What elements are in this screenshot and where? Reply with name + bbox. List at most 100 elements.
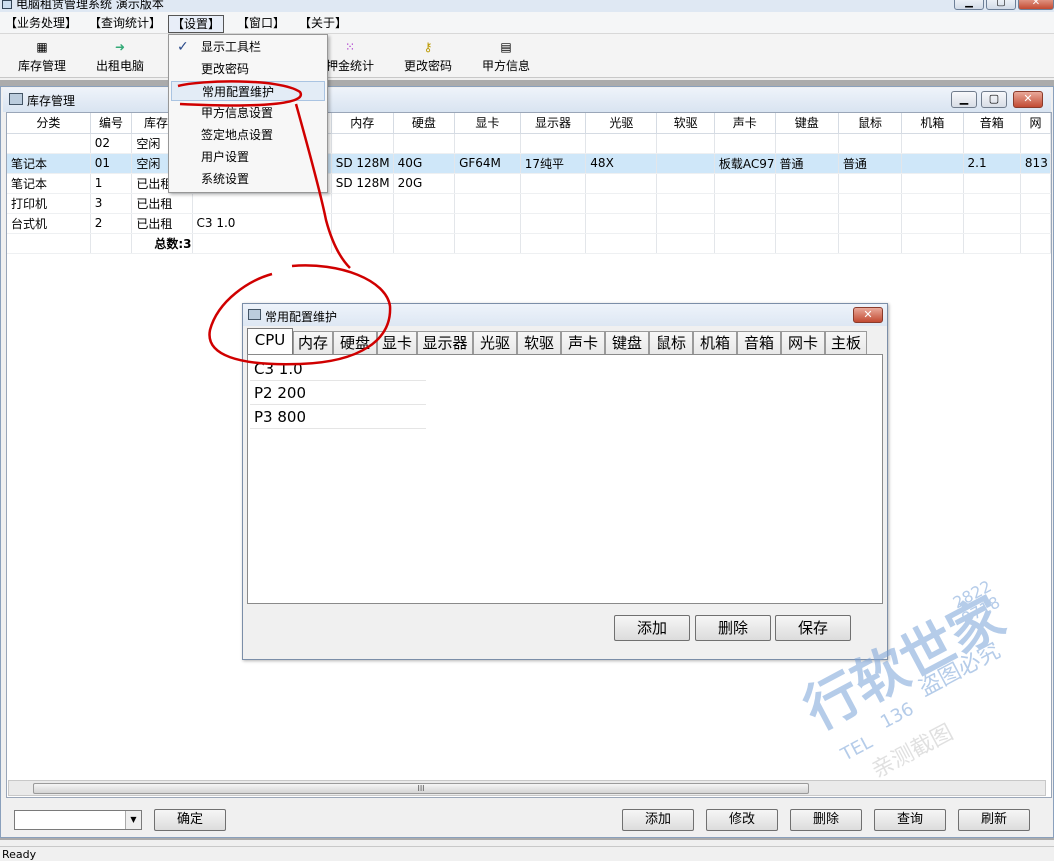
column-header[interactable]: 显示器 <box>520 113 587 134</box>
table-cell <box>901 193 964 214</box>
minimize-icon[interactable]: ▁ <box>954 0 984 10</box>
tab-item[interactable]: 鼠标 <box>649 331 693 355</box>
column-header[interactable]: 编号 <box>90 113 133 134</box>
add-button[interactable]: 添加 <box>622 809 694 831</box>
menu-bar: 【业务处理】 【查询统计】 【设置】 【窗口】 【关于】 <box>0 12 1054 34</box>
menu-item-label: 签定地点设置 <box>201 128 274 142</box>
filter-combo[interactable]: ▼ <box>14 810 142 830</box>
menu-query-stats[interactable]: 【查询统计】 <box>86 15 164 33</box>
refresh-button[interactable]: 刷新 <box>958 809 1030 831</box>
table-cell <box>331 133 394 154</box>
menu-item-common-config[interactable]: 常用配置维护 <box>171 81 325 101</box>
chevron-down-icon[interactable]: ▼ <box>125 811 141 829</box>
table-cell <box>901 173 964 194</box>
close-icon[interactable]: ✕ <box>1018 0 1054 10</box>
tab-item[interactable]: 内存 <box>293 331 333 355</box>
inventory-close-icon[interactable]: ✕ <box>1013 91 1043 108</box>
table-cell <box>838 173 903 194</box>
column-header[interactable]: 网 <box>1020 113 1051 134</box>
modify-button[interactable]: 修改 <box>706 809 778 831</box>
menu-business[interactable]: 【业务处理】 <box>2 15 80 33</box>
menu-item-system-settings[interactable]: 系统设置 <box>171 169 325 189</box>
table-cell <box>775 233 839 254</box>
menu-about[interactable]: 【关于】 <box>296 15 350 33</box>
scroll-thumb[interactable]: III <box>33 783 809 794</box>
table-row[interactable]: 笔记本 01 空闲 SD 128M 40G GF64M 17纯平 48X 板载AC97 普通 普通 2… <box>7 153 1051 174</box>
table-row[interactable]: 02 空闲 <box>7 133 1051 154</box>
toolbar-rent-button[interactable]: ➜ 出租电脑 <box>82 38 158 78</box>
delete-button[interactable]: 删除 <box>790 809 862 831</box>
column-header[interactable]: 音箱 <box>963 113 1021 134</box>
confirm-button[interactable]: 确定 <box>154 809 226 831</box>
table-cell <box>901 233 964 254</box>
column-header[interactable]: 光驱 <box>585 113 658 134</box>
dots-grid-icon: ⁙ <box>344 40 356 54</box>
tab-item[interactable]: 主板 <box>825 331 867 355</box>
tab-item[interactable]: 光驱 <box>473 331 517 355</box>
table-cell <box>656 173 715 194</box>
table-cell <box>775 193 839 214</box>
tab-item[interactable]: 显示器 <box>417 331 473 355</box>
table-row[interactable]: 笔记本 1 已出租 SD 128M 20G <box>7 173 1051 194</box>
table-cell: SD 128M <box>331 153 394 174</box>
table-cell: 笔记本 <box>7 153 91 174</box>
menu-item-change-password[interactable]: 更改密码 <box>171 59 325 79</box>
column-header[interactable]: 硬盘 <box>393 113 456 134</box>
list-item[interactable]: P3 800 <box>250 405 426 429</box>
menu-item-show-toolbar[interactable]: ✓ 显示工具栏 <box>171 37 325 57</box>
inventory-maximize-icon[interactable]: ▢ <box>981 91 1007 108</box>
table-row[interactable]: 台式机 2 已出租 C3 1.0 <box>7 213 1051 234</box>
menu-item-user-settings[interactable]: 用户设置 <box>171 147 325 167</box>
toolbar-password-button[interactable]: ⚷ 更改密码 <box>390 38 466 78</box>
tab-item[interactable]: 音箱 <box>737 331 781 355</box>
inventory-title: 库存管理 <box>27 94 76 108</box>
table-cell: 20G <box>393 173 456 194</box>
column-header[interactable]: 键盘 <box>775 113 839 134</box>
tab-cpu[interactable]: CPU <box>247 328 293 355</box>
table-cell: 2 <box>90 213 133 234</box>
total-count: 总数:3 <box>131 233 193 254</box>
maximize-icon[interactable]: ▢ <box>986 0 1016 10</box>
query-button[interactable]: 查询 <box>874 809 946 831</box>
table-cell <box>901 133 964 154</box>
column-header[interactable]: 机箱 <box>901 113 964 134</box>
menu-item-signing-location[interactable]: 签定地点设置 <box>171 125 325 145</box>
column-header[interactable]: 鼠标 <box>838 113 903 134</box>
menu-window[interactable]: 【窗口】 <box>234 15 288 33</box>
toolbar-inventory-button[interactable]: ▦ 库存管理 <box>4 38 80 78</box>
tab-item[interactable]: 软驱 <box>517 331 561 355</box>
table-cell <box>393 193 456 214</box>
tab-item[interactable]: 键盘 <box>605 331 649 355</box>
inventory-minimize-icon[interactable]: ▁ <box>951 91 977 108</box>
column-header[interactable]: 内存 <box>331 113 394 134</box>
tab-item[interactable]: 机箱 <box>693 331 737 355</box>
list-item[interactable]: P2 200 <box>250 381 426 405</box>
menu-item-party-a-settings[interactable]: 甲方信息设置 <box>171 103 325 123</box>
column-header[interactable]: 显卡 <box>454 113 521 134</box>
tab-item[interactable]: 硬盘 <box>333 331 377 355</box>
menu-item-label: 甲方信息设置 <box>201 106 274 120</box>
column-header[interactable]: 分类 <box>7 113 91 134</box>
column-header[interactable]: 软驱 <box>656 113 715 134</box>
horizontal-scrollbar[interactable]: III <box>8 780 1046 796</box>
dialog-save-button[interactable]: 保存 <box>775 615 851 641</box>
table-cell <box>520 173 587 194</box>
tab-item[interactable]: 显卡 <box>377 331 417 355</box>
table-row[interactable]: 打印机 3 已出租 <box>7 193 1051 214</box>
window-icon <box>248 309 261 320</box>
toolbar-party-a-button[interactable]: ▤ 甲方信息 <box>468 38 544 78</box>
dialog-delete-button[interactable]: 删除 <box>695 615 771 641</box>
tab-item[interactable]: 声卡 <box>561 331 605 355</box>
table-cell <box>656 213 715 234</box>
table-cell <box>656 193 715 214</box>
list-item[interactable]: C3 1.0 <box>250 357 426 381</box>
column-header[interactable]: 声卡 <box>714 113 776 134</box>
table-cell <box>901 153 964 174</box>
tab-item[interactable]: 网卡 <box>781 331 825 355</box>
table-cell: 普通 <box>775 153 839 174</box>
dialog-close-icon[interactable]: ✕ <box>853 307 883 323</box>
dialog-add-button[interactable]: 添加 <box>614 615 690 641</box>
table-cell <box>963 193 1021 214</box>
status-bar: Ready <box>0 846 1054 861</box>
menu-settings[interactable]: 【设置】 <box>168 15 225 33</box>
